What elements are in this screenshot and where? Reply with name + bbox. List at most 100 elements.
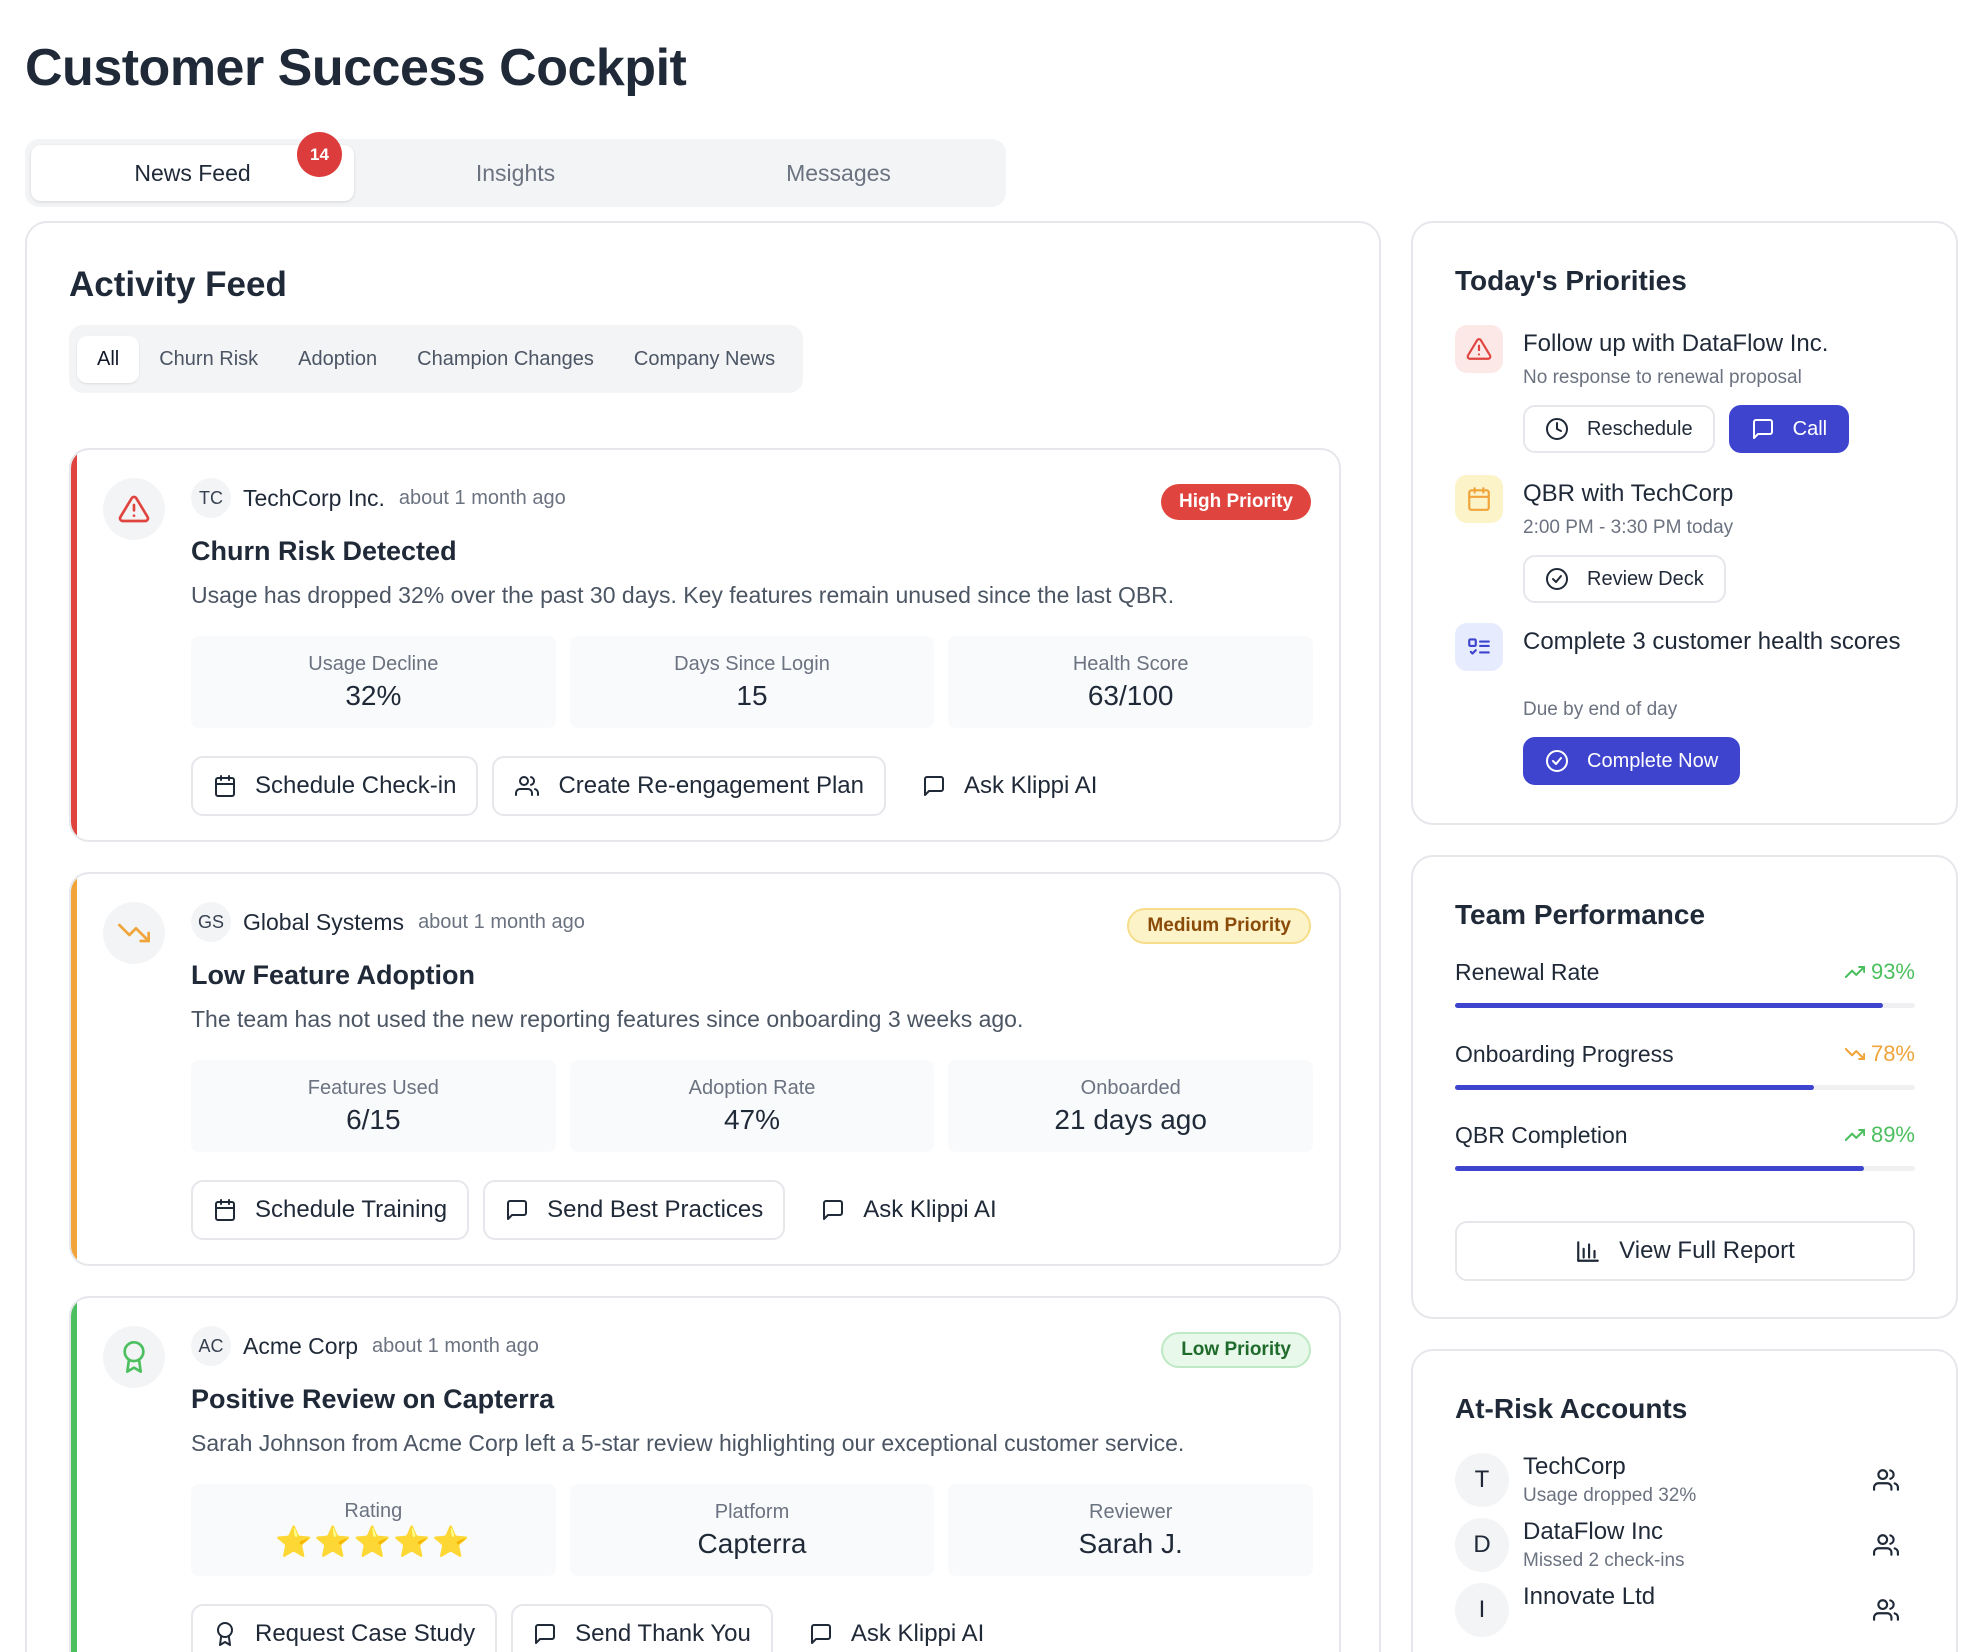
at-risk-account[interactable]: I Innovate Ltd: [1455, 1583, 1915, 1643]
ask-klippi-ai-button[interactable]: Ask Klippi AI: [786, 1604, 1007, 1652]
call-button[interactable]: Call: [1728, 405, 1850, 453]
account-detail: Missed 2 check-ins: [1523, 1550, 1685, 1571]
activity-feed-title: Activity Feed: [69, 265, 287, 304]
performance-metric: Renewal Rate 93%: [1455, 959, 1915, 1008]
avatar: GS: [191, 902, 231, 942]
feed-filters: All Churn Risk Adoption Champion Changes…: [69, 325, 804, 393]
filter-churn-risk[interactable]: Churn Risk: [139, 336, 278, 383]
users-icon[interactable]: [1873, 1597, 1899, 1623]
progress-bar: [1455, 1003, 1915, 1008]
metric-value: 89%: [1844, 1122, 1915, 1148]
tab-insights[interactable]: Insights: [354, 145, 677, 201]
message-square-icon: [823, 1200, 844, 1220]
users-icon[interactable]: [1873, 1467, 1899, 1493]
message-square-icon: [810, 1624, 831, 1644]
button-label: Reschedule: [1587, 417, 1693, 440]
metric-percent: 89%: [1870, 1122, 1915, 1147]
calendar-icon: [215, 775, 235, 797]
bar-chart-icon: [1577, 1241, 1600, 1262]
button-label: Ask Klippi AI: [963, 772, 1098, 799]
reschedule-button[interactable]: Reschedule: [1523, 405, 1715, 453]
check-circle-icon: [1546, 568, 1568, 590]
button-label: Request Case Study: [255, 1620, 476, 1647]
metric-label: Adoption Rate: [688, 1076, 816, 1099]
metric-label: QBR Completion: [1455, 1122, 1628, 1148]
check-circle-icon: [1546, 750, 1568, 772]
avatar: I: [1455, 1583, 1509, 1637]
metric-label: Usage Decline: [308, 652, 439, 675]
metric-label: Features Used: [307, 1076, 439, 1099]
metric-box: Adoption Rate 47%: [569, 1060, 935, 1152]
award-icon: [217, 1622, 233, 1646]
checklist-icon: [1455, 623, 1503, 671]
trending-down-icon: [103, 902, 165, 964]
metric-box: Reviewer Sarah J.: [948, 1484, 1314, 1576]
review-deck-button[interactable]: Review Deck: [1523, 555, 1726, 603]
at-risk-account[interactable]: T TechCorp Usage dropped 32%: [1455, 1453, 1915, 1513]
ask-klippi-ai-button[interactable]: Ask Klippi AI: [799, 1180, 1019, 1240]
metric-box: Days Since Login 15: [569, 636, 935, 728]
card-title: Churn Risk Detected: [191, 536, 457, 566]
metric-value: Capterra: [697, 1527, 807, 1559]
metric-box: Platform Capterra: [569, 1484, 935, 1576]
avatar: D: [1455, 1518, 1509, 1572]
metric-label: Onboarded: [1080, 1076, 1181, 1099]
metric-percent: 93%: [1870, 959, 1915, 984]
filter-adoption[interactable]: Adoption: [278, 336, 397, 383]
metric-box: Usage Decline 32%: [191, 636, 556, 728]
clock-icon: [1546, 418, 1568, 440]
at-risk-account[interactable]: D DataFlow Inc Missed 2 check-ins: [1455, 1518, 1915, 1578]
metric-value: 47%: [723, 1103, 781, 1135]
schedule-training-button[interactable]: Schedule Training: [191, 1180, 470, 1240]
card-title: Low Feature Adoption: [191, 960, 475, 990]
view-full-report-button[interactable]: View Full Report: [1455, 1221, 1915, 1281]
schedule-check-in-button[interactable]: Schedule Check-in: [191, 756, 479, 816]
company-name[interactable]: Acme Corp: [243, 1333, 358, 1360]
trending-down-icon: [1844, 1044, 1865, 1064]
account-name: TechCorp: [1523, 1453, 1626, 1480]
performance-title: Team Performance: [1455, 899, 1706, 930]
at-risk-accounts-panel: At-Risk Accounts T TechCorp Usage dropped …: [1411, 1349, 1958, 1652]
complete-now-button[interactable]: Complete Now: [1523, 737, 1741, 785]
button-label: Schedule Training: [255, 1196, 448, 1223]
card-description: Sarah Johnson from Acme Corp left a 5-st…: [191, 1430, 1185, 1456]
metric-value: Sarah J.: [1078, 1527, 1183, 1559]
alert-triangle-icon: [103, 478, 165, 540]
users-icon[interactable]: [1873, 1532, 1899, 1558]
create-re-engagement-plan-button[interactable]: Create Re-engagement Plan: [492, 756, 886, 816]
avatar: TC: [191, 478, 231, 518]
company-name[interactable]: TechCorp Inc.: [243, 485, 385, 512]
send-thank-you-button[interactable]: Send Thank You: [511, 1604, 773, 1652]
metric-label: Reviewer: [1089, 1500, 1173, 1523]
button-label: Send Thank You: [575, 1620, 751, 1647]
send-best-practices-button[interactable]: Send Best Practices: [483, 1180, 786, 1240]
priority-subtitle: Due by end of day: [1523, 699, 1678, 720]
metric-label: Health Score: [1072, 652, 1189, 675]
metric-box: Features Used 6/15: [191, 1060, 556, 1152]
message-square-icon: [923, 776, 944, 796]
account-name: Innovate Ltd: [1523, 1583, 1656, 1610]
message-square-icon: [1752, 419, 1773, 439]
ask-klippi-ai-button[interactable]: Ask Klippi AI: [899, 756, 1120, 816]
alert-triangle-icon: [1455, 325, 1503, 373]
message-square-icon: [507, 1200, 528, 1220]
tab-messages[interactable]: Messages: [677, 145, 1000, 201]
metric-label: Onboarding Progress: [1455, 1041, 1674, 1067]
filter-all[interactable]: All: [77, 335, 140, 383]
metric-percent: 78%: [1870, 1041, 1915, 1066]
request-case-study-button[interactable]: Request Case Study: [191, 1604, 498, 1652]
timestamp: about 1 month ago: [418, 910, 585, 933]
filter-champion-changes[interactable]: Champion Changes: [397, 336, 614, 383]
button-label: Complete Now: [1587, 749, 1719, 772]
company-name[interactable]: Global Systems: [243, 909, 404, 936]
priority-title: QBR with TechCorp: [1523, 480, 1734, 507]
filter-company-news[interactable]: Company News: [614, 336, 795, 383]
progress-fill: [1455, 1003, 1883, 1008]
card-title: Positive Review on Capterra: [191, 1384, 555, 1414]
progress-bar: [1455, 1166, 1915, 1171]
button-label: Create Re-engagement Plan: [558, 772, 864, 799]
award-icon: [103, 1326, 165, 1388]
activity-feed-panel: Activity Feed All Churn Risk Adoption Ch…: [25, 221, 1381, 1652]
button-label: Ask Klippi AI: [850, 1620, 985, 1647]
priority-badge: High Priority: [1160, 484, 1311, 520]
